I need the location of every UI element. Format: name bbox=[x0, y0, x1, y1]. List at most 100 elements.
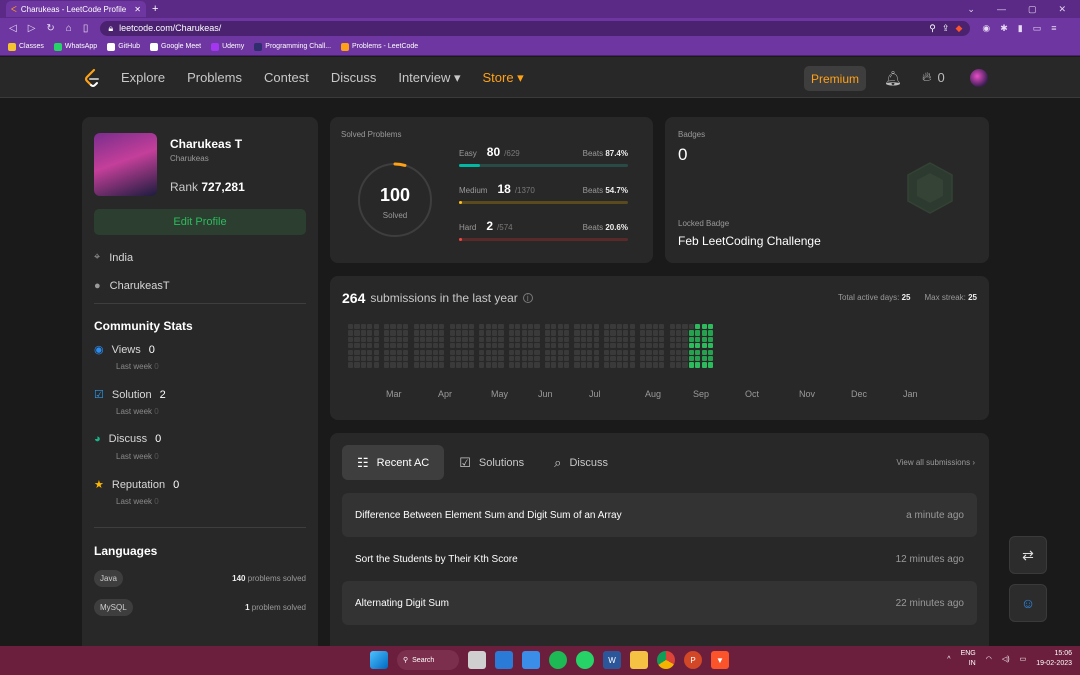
heatmap-cell bbox=[544, 336, 550, 342]
forward-icon[interactable]: ▷ bbox=[28, 23, 36, 34]
bell-icon[interactable]: 🔔︎ bbox=[884, 70, 902, 87]
heatmap-cell bbox=[616, 343, 622, 349]
file-explorer-icon[interactable] bbox=[630, 651, 648, 669]
leetcode-logo-icon[interactable] bbox=[83, 68, 101, 88]
word-icon[interactable]: W bbox=[603, 651, 621, 669]
brave-shield-icon[interactable]: ◆ bbox=[955, 23, 962, 34]
submission-row[interactable]: Alternating Digit Sum 22 minutes ago bbox=[342, 581, 977, 625]
tab-discuss[interactable]: ⌕ Discuss bbox=[539, 445, 623, 480]
close-tab-icon[interactable]: ✕ bbox=[134, 5, 141, 14]
heatmap-month-label: Apr bbox=[438, 389, 453, 399]
heatmap-cell bbox=[676, 336, 682, 342]
heatmap-cell bbox=[367, 336, 373, 342]
nav-link[interactable]: Problems bbox=[187, 70, 242, 85]
wallet-icon[interactable]: ▭ bbox=[1033, 23, 1042, 34]
locked-badge-icon[interactable] bbox=[901, 159, 959, 217]
nav-link[interactable]: Explore bbox=[121, 70, 165, 85]
task-view-icon[interactable] bbox=[468, 651, 486, 669]
chevron-down-icon[interactable]: ⌄ bbox=[967, 4, 975, 15]
heatmap-cell bbox=[354, 330, 360, 336]
volume-icon[interactable]: ◁) bbox=[1002, 655, 1010, 663]
heatmap-cell bbox=[551, 343, 557, 349]
extension-icon[interactable]: ◉ bbox=[982, 23, 990, 34]
submission-row[interactable]: Sort the Students by Their Kth Score 12 m… bbox=[342, 537, 977, 581]
chrome-icon[interactable] bbox=[657, 651, 675, 669]
language-chip[interactable]: MySQL bbox=[94, 599, 133, 616]
spotify-icon[interactable] bbox=[549, 651, 567, 669]
heatmap-cell bbox=[456, 330, 462, 336]
heatmap-cell bbox=[456, 336, 462, 342]
heatmap-cell bbox=[574, 362, 580, 368]
nav-link[interactable]: Interview ▾ bbox=[398, 70, 460, 86]
whatsapp-icon[interactable] bbox=[576, 651, 594, 669]
nav-link[interactable]: Discuss bbox=[331, 70, 377, 85]
heatmap-cell bbox=[557, 336, 563, 342]
streak-counter[interactable]: 🔥︎ 0 bbox=[922, 69, 945, 85]
view-all-label: View all submissions bbox=[896, 458, 971, 467]
nav-link[interactable]: Contest bbox=[264, 70, 309, 85]
heatmap-cell bbox=[652, 349, 658, 355]
heatmap-cell bbox=[695, 324, 701, 330]
windows-start-icon[interactable] bbox=[370, 651, 388, 669]
new-tab-icon[interactable]: + bbox=[152, 3, 158, 15]
tab-solutions[interactable]: ☑ Solutions bbox=[444, 445, 539, 480]
home-icon[interactable]: ⌂ bbox=[66, 23, 72, 34]
brave-icon[interactable]: ▼ bbox=[711, 651, 729, 669]
bookmark-label: GitHub bbox=[118, 43, 140, 50]
menu-icon[interactable]: ≡ bbox=[1051, 23, 1056, 34]
bookmark-item[interactable]: Programming Chall... bbox=[254, 42, 331, 51]
heatmap-cell bbox=[420, 356, 426, 362]
heatmap-cell bbox=[479, 362, 485, 368]
bookmark-item[interactable]: Classes bbox=[8, 42, 44, 51]
premium-button[interactable]: Premium bbox=[804, 66, 866, 91]
powerpoint-icon[interactable]: P bbox=[684, 651, 702, 669]
reload-icon[interactable]: ↻ bbox=[46, 23, 54, 34]
bookmark-item[interactable]: Google Meet bbox=[150, 42, 201, 51]
feedback-button[interactable]: ☺ bbox=[1009, 584, 1047, 622]
tab-label: Recent AC bbox=[376, 456, 430, 469]
tab-label: Discuss bbox=[569, 456, 608, 469]
heatmap-cell bbox=[708, 362, 714, 368]
bookmark-item[interactable]: WhatsApp bbox=[53, 42, 97, 51]
puzzle-icon[interactable]: ✱ bbox=[1000, 23, 1008, 34]
close-window-icon[interactable]: ✕ bbox=[1058, 4, 1066, 15]
widgets-icon[interactable] bbox=[495, 651, 513, 669]
clock[interactable]: 15:06 19-02-2023 bbox=[1036, 649, 1072, 669]
browser-tab[interactable]: ᐸ Charukeas - LeetCode Profile ✕ bbox=[6, 1, 146, 17]
maximize-icon[interactable]: ▢ bbox=[1028, 4, 1037, 15]
switch-layout-button[interactable]: ⇄ bbox=[1009, 536, 1047, 574]
notes-app-icon[interactable] bbox=[522, 651, 540, 669]
edit-profile-button[interactable]: Edit Profile bbox=[94, 209, 306, 235]
minimize-icon[interactable]: — bbox=[997, 4, 1006, 15]
taskbar-search[interactable]: ⚲ Search bbox=[397, 650, 459, 670]
user-avatar[interactable] bbox=[970, 69, 988, 87]
badges-title: Badges bbox=[678, 130, 706, 139]
language-chip[interactable]: Java bbox=[94, 570, 123, 587]
share-icon[interactable]: ⇪ bbox=[942, 23, 950, 34]
github-row[interactable]: ● CharukeasT bbox=[94, 280, 170, 292]
info-icon[interactable]: i bbox=[522, 293, 533, 303]
view-all-submissions-link[interactable]: View all submissions › bbox=[896, 458, 975, 467]
bookmark-item[interactable]: Problems - LeetCode bbox=[341, 42, 418, 51]
bookmark-item[interactable]: Udemy bbox=[211, 42, 244, 51]
sidebar-icon[interactable]: ▮ bbox=[1018, 23, 1023, 34]
language-indicator[interactable]: ENG IN bbox=[961, 649, 976, 669]
nav-link-store[interactable]: Store ▾ bbox=[482, 70, 523, 86]
wifi-icon[interactable]: ◠ bbox=[986, 655, 992, 663]
check-box-icon: ☑ bbox=[459, 454, 471, 470]
chevron-up-icon[interactable]: ^ bbox=[947, 656, 950, 663]
bookmark-item[interactable]: GitHub bbox=[107, 42, 140, 51]
url-field[interactable]: 🔒︎ leetcode.com/Charukeas/ ⚲ ⇪ ◆ bbox=[100, 20, 971, 36]
heatmap-cell bbox=[396, 349, 402, 355]
submission-row[interactable]: Difference Between Element Sum and Digit… bbox=[342, 493, 977, 537]
back-icon[interactable]: ◁ bbox=[9, 23, 17, 34]
tab-recent-ac[interactable]: ☷ Recent AC bbox=[342, 445, 445, 480]
heatmap-cell bbox=[479, 324, 485, 330]
bookmark-icon[interactable]: ▯ bbox=[83, 23, 89, 34]
heatmap-cell bbox=[646, 330, 652, 336]
bookmark-favicon-icon bbox=[107, 42, 116, 51]
zoom-icon[interactable]: ⚲ bbox=[929, 23, 936, 34]
difficulty-beats: Beats 54.7% bbox=[583, 186, 628, 195]
battery-icon[interactable]: ▭ bbox=[1020, 655, 1027, 663]
heatmap-cell bbox=[587, 362, 593, 368]
